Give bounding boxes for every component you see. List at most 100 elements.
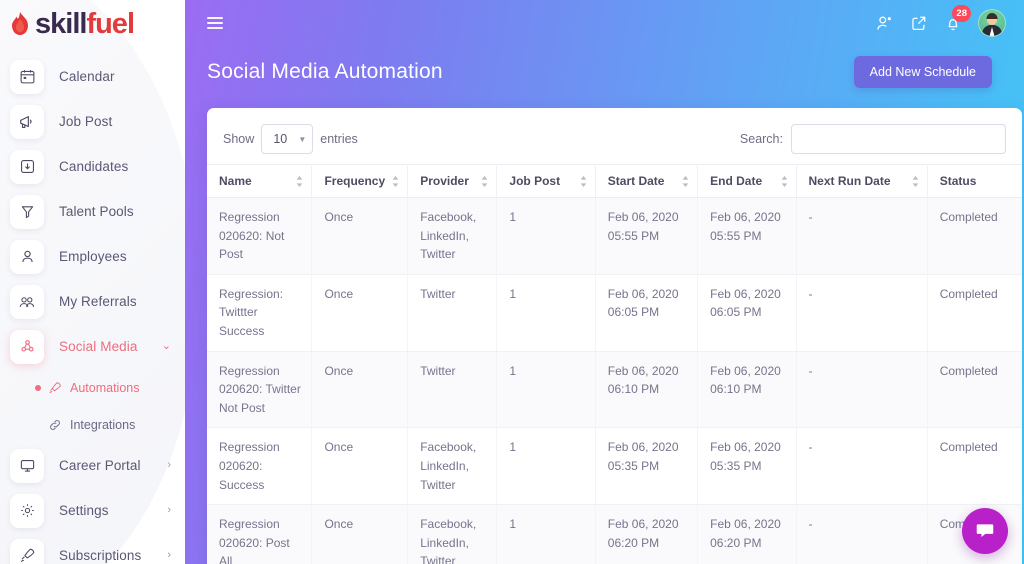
brand-logo[interactable]: skillfuel (0, 0, 185, 48)
cell-end-date: Feb 06, 2020 06:10 PM (697, 351, 797, 429)
cell-job-post: 1 (496, 274, 596, 352)
sidebar-item-label: Talent Pools (59, 204, 134, 219)
notification-badge: 28 (952, 5, 971, 22)
sidebar-item-label: Calendar (59, 69, 115, 84)
column-header-status[interactable]: Status (927, 164, 1022, 198)
megaphone-icon (10, 104, 44, 139)
column-header-job-post[interactable]: Job Post (496, 164, 596, 198)
column-header-provider[interactable]: Provider (407, 164, 498, 198)
cell-name: Regression 020620: Not Post (207, 197, 313, 275)
sidebar-item-employees[interactable]: Employees (0, 234, 185, 279)
sort-icon (781, 175, 788, 187)
brand-name-part1: skill (35, 7, 87, 40)
cell-start-date: Feb 06, 2020 05:35 PM (595, 427, 699, 506)
cell-name: Regression 020620: Twitter Not Post (207, 351, 313, 429)
sort-icon (392, 175, 399, 187)
cell-provider: Facebook, LinkedIn, Twitter (407, 427, 498, 506)
cell-status: Completed (927, 351, 1022, 429)
cell-end-date: Feb 06, 2020 06:05 PM (697, 274, 797, 352)
chat-bubble-icon[interactable] (962, 508, 1008, 554)
topbar: 28 (185, 0, 1024, 46)
cell-next-run-date: - (796, 351, 928, 429)
search-label: Search: (739, 132, 783, 146)
entries-label: entries (320, 132, 358, 146)
active-dot-icon (35, 384, 41, 391)
avatar[interactable] (978, 9, 1006, 37)
sidebar-item-label: Settings (59, 503, 109, 518)
sidebar-subitem-integrations[interactable]: Integrations (0, 406, 185, 443)
cell-next-run-date: - (796, 274, 928, 352)
cell-frequency: Once (311, 504, 409, 564)
share-icon (10, 329, 44, 364)
column-header-end-date[interactable]: End Date (697, 164, 797, 198)
table-row[interactable]: Regression: Twittter Success Once Twitte… (207, 274, 1022, 352)
topbar-actions: 28 (875, 5, 1006, 37)
bell-icon[interactable]: 28 (944, 5, 971, 32)
sidebar-item-career-portal[interactable]: Career Portal › (0, 443, 185, 488)
sidebar-item-subscriptions[interactable]: Subscriptions › (0, 533, 185, 564)
candidate-icon (10, 149, 44, 184)
rocket-icon (10, 538, 44, 564)
cell-frequency: Once (311, 351, 409, 429)
cell-next-run-date: - (796, 197, 928, 275)
sidebar-item-label: Candidates (59, 159, 129, 174)
add-new-schedule-button[interactable]: Add New Schedule (853, 56, 992, 88)
cell-status: Completed (927, 274, 1022, 352)
sort-icon (481, 175, 488, 187)
cell-name: Regression 020620: Post All (207, 504, 313, 564)
column-header-next-run-date[interactable]: Next Run Date (796, 164, 928, 198)
sort-icon (580, 175, 587, 187)
cell-start-date: Feb 06, 2020 06:20 PM (595, 504, 699, 564)
cell-frequency: Once (311, 197, 409, 275)
sidebar-subnav-social-media: Automations Integrations (0, 369, 185, 443)
search-input[interactable] (791, 124, 1006, 154)
sidebar-item-label: Job Post (59, 114, 113, 129)
main-content: 28 Social Media Automation Add New Sched… (185, 0, 1024, 564)
cell-status: Completed (927, 197, 1022, 275)
cell-end-date: Feb 06, 2020 06:20 PM (697, 504, 797, 564)
cell-next-run-date: - (796, 504, 928, 564)
hamburger-icon[interactable] (207, 14, 223, 32)
sidebar-item-job-post[interactable]: Job Post (0, 99, 185, 144)
table-row[interactable]: Regression 020620: Post All Once Faceboo… (207, 504, 1022, 564)
cell-provider: Facebook, LinkedIn, Twitter (407, 504, 498, 564)
sidebar-item-calendar[interactable]: Calendar (0, 54, 185, 99)
table-row[interactable]: Regression 020620: Success Once Facebook… (207, 427, 1022, 506)
page-size-select[interactable]: 10 ▼ (261, 124, 314, 154)
cell-status: Completed (927, 427, 1022, 506)
sidebar-item-social-media[interactable]: Social Media ⌄ (0, 324, 185, 369)
gear-icon (10, 493, 44, 528)
cell-frequency: Once (311, 427, 409, 506)
sidebar-item-label: Social Media (59, 339, 138, 354)
avatar-hair (986, 13, 998, 19)
cell-job-post: 1 (496, 197, 596, 275)
hamburger-bar (207, 17, 223, 19)
cell-next-run-date: - (796, 427, 928, 506)
table-row[interactable]: Regression 020620: Not Post Once Faceboo… (207, 197, 1022, 275)
hamburger-bar (207, 27, 223, 29)
page-header: Social Media Automation Add New Schedule (185, 46, 1024, 88)
column-header-start-date[interactable]: Start Date (595, 164, 699, 198)
chevron-down-icon: ⌄ (161, 340, 171, 352)
sidebar-item-my-referrals[interactable]: My Referrals (0, 279, 185, 324)
share-out-icon[interactable] (910, 14, 928, 32)
sidebar-item-talent-pools[interactable]: Talent Pools (0, 189, 185, 234)
add-user-icon[interactable] (875, 14, 894, 33)
sidebar-item-settings[interactable]: Settings › (0, 488, 185, 533)
sidebar-item-candidates[interactable]: Candidates (0, 144, 185, 189)
column-header-name[interactable]: Name (207, 164, 313, 198)
column-header-frequency[interactable]: Frequency (311, 164, 409, 198)
page-title: Social Media Automation (207, 60, 443, 83)
table-controls: Show 10 ▼ entries Search: (207, 108, 1022, 164)
table-row[interactable]: Regression 020620: Twitter Not Post Once… (207, 351, 1022, 429)
cell-name: Regression 020620: Success (207, 427, 313, 506)
brand-name-part2: fuel (86, 7, 135, 40)
sidebar-item-label: My Referrals (59, 294, 137, 309)
sidebar-subitem-label: Integrations (70, 417, 136, 432)
sort-icon (296, 175, 303, 187)
automation-icon (48, 381, 64, 395)
sidebar-subitem-automations[interactable]: Automations (0, 369, 185, 406)
cell-provider: Facebook, LinkedIn, Twitter (407, 197, 498, 275)
automations-card: Show 10 ▼ entries Search: Name Frequency… (207, 108, 1022, 564)
cell-provider: Twitter (407, 351, 498, 429)
